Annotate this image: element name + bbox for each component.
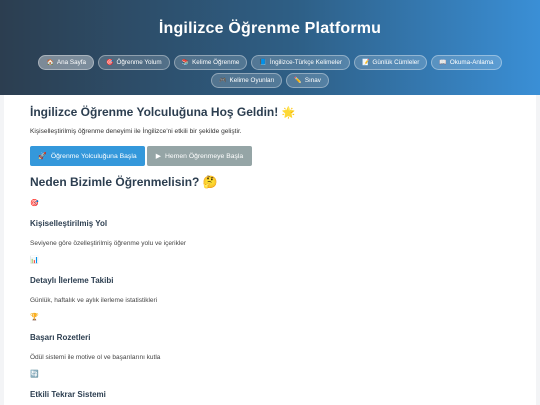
nav-item-learning-path[interactable]: 🎯 Öğrenme Yolum <box>97 55 170 70</box>
nav-item-exam[interactable]: ✏️ Sınav <box>286 73 329 88</box>
nav-item-reading[interactable]: 📖 Okuma-Anlama <box>431 55 502 70</box>
main-nav: 🏠 Ana Sayfa 🎯 Öğrenme Yolum 📚 Kelime Öğr… <box>30 55 510 88</box>
site-header: İngilizce Öğrenme Platformu 🏠 Ana Sayfa … <box>0 0 540 95</box>
why-heading: Neden Bizimle Öğrenmelisin? 🤔 <box>30 175 218 189</box>
nav-item-home[interactable]: 🏠 Ana Sayfa <box>38 55 94 70</box>
nav-item-label: Kelime Öğrenme <box>192 59 240 66</box>
start-now-button[interactable]: ▶ Hemen Öğrenmeye Başla <box>147 146 252 166</box>
nav-item-label: Sınav <box>304 77 321 84</box>
feature-title: Etkili Tekrar Sistemi <box>30 390 106 399</box>
start-journey-label: Öğrenme Yolculuğuna Başla <box>50 152 137 160</box>
star-icon: 🌟 <box>281 107 296 119</box>
nav-item-daily-sentences[interactable]: 📝 Günlük Cümleler <box>353 55 428 70</box>
repeat-icon: 🔄 <box>30 371 39 378</box>
notes-icon: 📝 <box>361 60 370 66</box>
play-icon: ▶ <box>155 153 162 160</box>
welcome-intro: Kişiselleştirilmiş öğrenme deneyimi ile … <box>30 128 242 135</box>
target-icon: 🎯 <box>105 60 114 66</box>
trophy-icon: 🏆 <box>30 314 39 321</box>
nav-item-label: Öğrenme Yolum <box>116 59 162 66</box>
book-icon: 📖 <box>439 60 447 66</box>
pencil-icon: ✏️ <box>294 78 302 84</box>
nav-item-label: İngilizce-Türkçe Kelimeler <box>269 59 342 66</box>
nav-item-vocabulary[interactable]: 📚 Kelime Öğrenme <box>173 55 248 70</box>
nav-item-label: Günlük Cümleler <box>372 59 420 66</box>
thinking-icon: 🤔 <box>202 175 218 189</box>
main-content: İngilizce Öğrenme Yolculuğuna Hoş Geldin… <box>4 95 536 405</box>
books-icon: 📚 <box>181 60 190 66</box>
feature-desc: Seviyene göre özelleştirilmiş öğrenme yo… <box>30 240 187 247</box>
start-now-label: Hemen Öğrenmeye Başla <box>165 152 244 160</box>
feature-title: Detaylı İlerleme Takibi <box>30 276 114 285</box>
start-journey-button[interactable]: 🚀 Öğrenme Yolculuğuna Başla <box>30 146 145 166</box>
site-title: İngilizce Öğrenme Platformu <box>158 20 382 37</box>
dictionary-icon: 📘 <box>259 60 267 66</box>
welcome-heading: İngilizce Öğrenme Yolculuğuna Hoş Geldin… <box>30 105 295 119</box>
why-heading-text: Neden Bizimle Öğrenmelisin? <box>30 175 200 189</box>
nav-item-label: Ana Sayfa <box>56 59 86 66</box>
home-icon: 🏠 <box>46 60 54 66</box>
welcome-heading-text: İngilizce Öğrenme Yolculuğuna Hoş Geldin… <box>30 105 279 119</box>
game-icon: 🎮 <box>219 78 227 84</box>
feature-desc: Günlük, haftalık ve aylık ilerleme istat… <box>30 297 158 304</box>
feature-title: Başarı Rozetleri <box>30 333 91 342</box>
feature-desc: Ödül sistemi ile motive ol ve başarıları… <box>30 354 161 361</box>
nav-item-dictionary[interactable]: 📘 İngilizce-Türkçe Kelimeler <box>251 55 350 70</box>
nav-item-label: Kelime Oyunları <box>229 77 275 84</box>
target-icon: 🎯 <box>30 200 39 207</box>
rocket-icon: 🚀 <box>38 153 47 160</box>
chart-icon: 📊 <box>30 257 39 264</box>
feature-title: Kişiselleştirilmiş Yol <box>30 219 108 228</box>
nav-item-word-games[interactable]: 🎮 Kelime Oyunları <box>211 73 283 88</box>
nav-item-label: Okuma-Anlama <box>449 59 494 66</box>
